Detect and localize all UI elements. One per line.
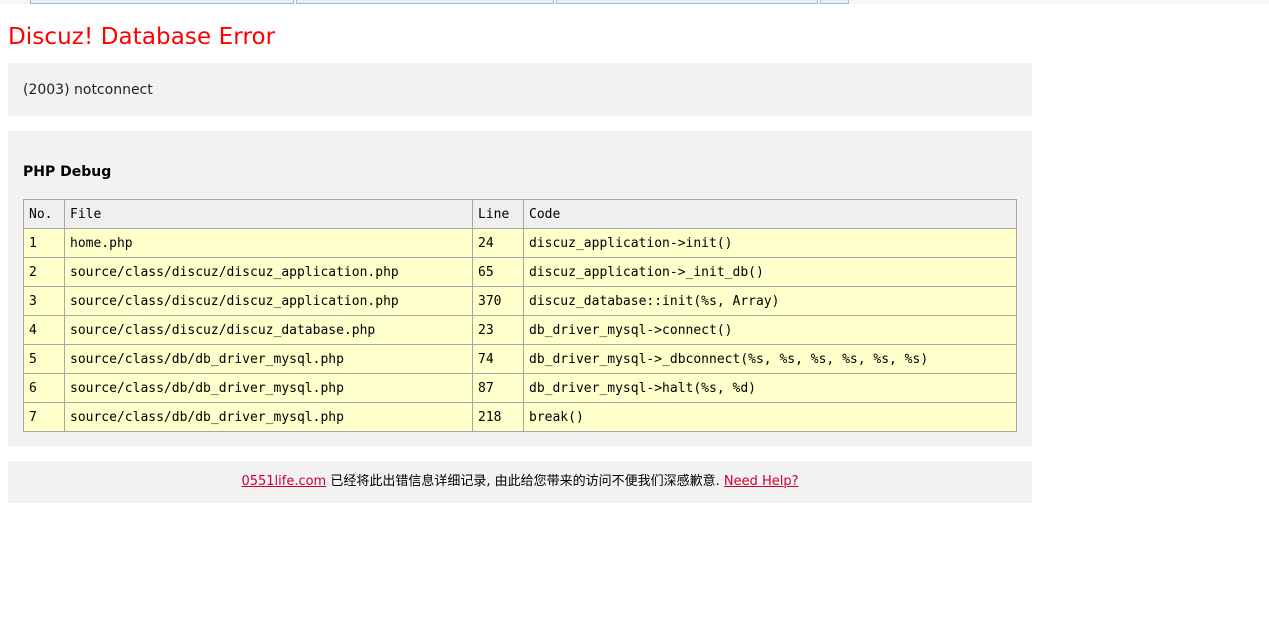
cell-line: 74 [472, 344, 524, 374]
error-page: Discuz! Database Error (2003) notconnect… [8, 18, 1032, 503]
browser-tab-strip [0, 0, 1269, 4]
table-row: 3 source/class/discuz/discuz_application… [23, 286, 1017, 316]
cell-file: source/class/db/db_driver_mysql.php [64, 344, 473, 374]
cell-code: discuz_application->_init_db() [523, 257, 1017, 287]
table-row: 2 source/class/discuz/discuz_application… [23, 257, 1017, 287]
error-message-box: (2003) notconnect [8, 63, 1032, 116]
cell-no: 3 [23, 286, 65, 316]
table-header-row: No. File Line Code [23, 199, 1017, 229]
debug-title: PHP Debug [23, 164, 112, 180]
error-message: (2003) notconnect [23, 82, 153, 98]
cell-code: discuz_database::init(%s, Array) [523, 286, 1017, 316]
cell-line: 87 [472, 373, 524, 403]
footer-notice: 0551life.com 已经将此出错信息详细记录, 由此给您带来的访问不便我们… [8, 461, 1032, 503]
browser-tab[interactable] [820, 0, 849, 4]
column-header-file: File [64, 199, 473, 229]
column-header-line: Line [472, 199, 524, 229]
cell-file: source/class/db/db_driver_mysql.php [64, 402, 473, 432]
cell-code: db_driver_mysql->halt(%s, %d) [523, 373, 1017, 403]
column-header-no: No. [23, 199, 65, 229]
cell-code: db_driver_mysql->connect() [523, 315, 1017, 345]
table-row: 4 source/class/discuz/discuz_database.ph… [23, 315, 1017, 345]
browser-tab[interactable] [556, 0, 818, 4]
cell-file: source/class/discuz/discuz_database.php [64, 315, 473, 345]
php-debug-panel: PHP Debug No. File Line Code 1 home.php … [8, 131, 1032, 446]
debug-trace-table: No. File Line Code 1 home.php 24 discuz_… [23, 199, 1017, 432]
page-title: Discuz! Database Error [8, 24, 276, 50]
site-link[interactable]: 0551life.com [241, 474, 326, 489]
cell-code: discuz_application->init() [523, 228, 1017, 258]
cell-file: home.php [64, 228, 473, 258]
table-row: 5 source/class/db/db_driver_mysql.php 74… [23, 344, 1017, 374]
footer-message: 已经将此出错信息详细记录, 由此给您带来的访问不便我们深感歉意. [326, 474, 724, 489]
cell-no: 7 [23, 402, 65, 432]
cell-line: 23 [472, 315, 524, 345]
browser-tab[interactable] [296, 0, 554, 4]
table-row: 6 source/class/db/db_driver_mysql.php 87… [23, 373, 1017, 403]
cell-no: 2 [23, 257, 65, 287]
cell-no: 1 [23, 228, 65, 258]
cell-line: 24 [472, 228, 524, 258]
cell-file: source/class/db/db_driver_mysql.php [64, 373, 473, 403]
cell-code: break() [523, 402, 1017, 432]
cell-line: 218 [472, 402, 524, 432]
table-row: 7 source/class/db/db_driver_mysql.php 21… [23, 402, 1017, 432]
cell-file: source/class/discuz/discuz_application.p… [64, 286, 473, 316]
cell-no: 6 [23, 373, 65, 403]
need-help-link[interactable]: Need Help? [724, 474, 799, 489]
cell-file: source/class/discuz/discuz_application.p… [64, 257, 473, 287]
cell-code: db_driver_mysql->_dbconnect(%s, %s, %s, … [523, 344, 1017, 374]
cell-no: 5 [23, 344, 65, 374]
cell-line: 65 [472, 257, 524, 287]
cell-line: 370 [472, 286, 524, 316]
cell-no: 4 [23, 315, 65, 345]
table-row: 1 home.php 24 discuz_application->init() [23, 228, 1017, 258]
column-header-code: Code [523, 199, 1017, 229]
browser-tab[interactable] [30, 0, 294, 4]
